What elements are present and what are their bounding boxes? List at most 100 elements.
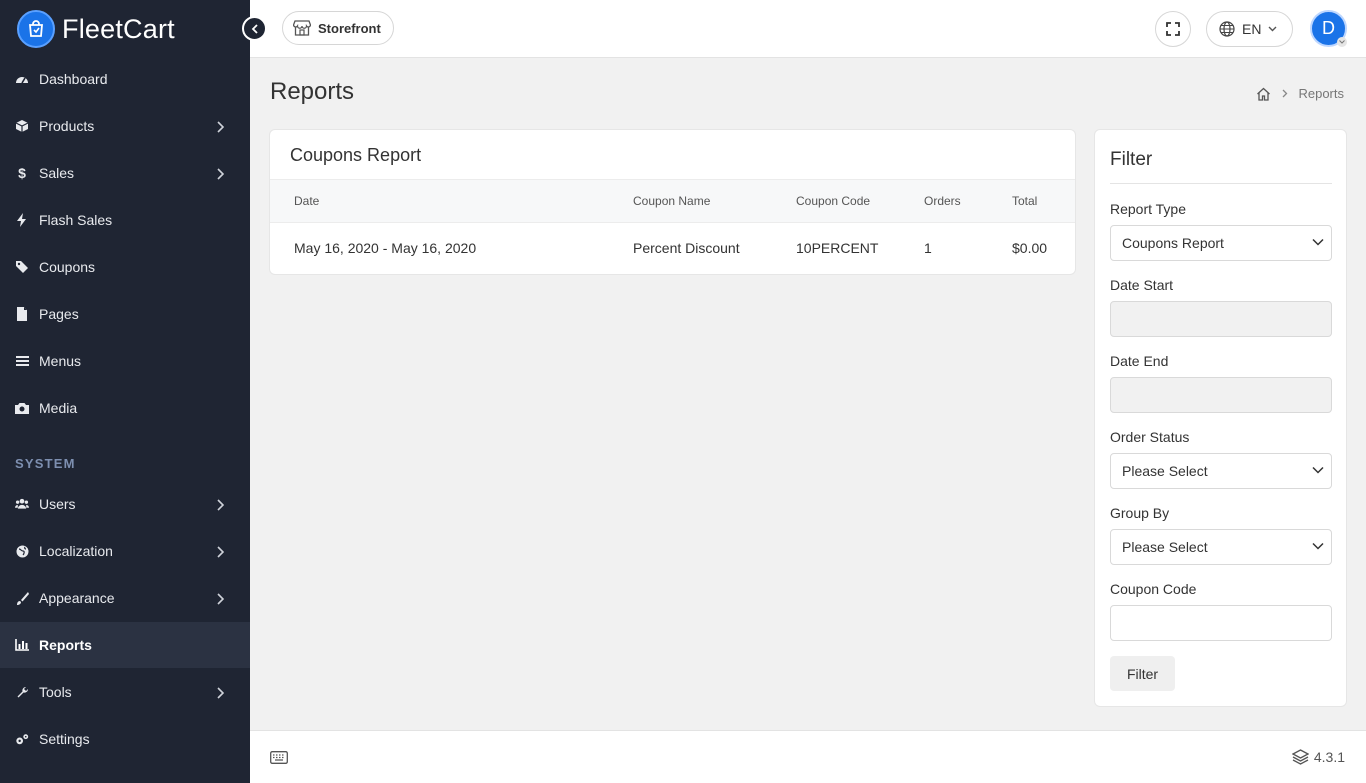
page-title: Reports bbox=[270, 78, 355, 105]
column-header-coupon-code[interactable]: Coupon Code bbox=[796, 194, 870, 208]
cell-coupon-name: Percent Discount bbox=[633, 240, 740, 256]
bolt-icon bbox=[15, 213, 29, 227]
column-header-date[interactable]: Date bbox=[294, 194, 319, 208]
version-number: 4.3.1 bbox=[1313, 749, 1345, 765]
cell-orders: 1 bbox=[924, 240, 932, 256]
column-header-orders[interactable]: Orders bbox=[924, 194, 961, 208]
sidebar-item-appearance[interactable]: Appearance bbox=[0, 575, 250, 621]
sidebar-item-products[interactable]: Products bbox=[0, 103, 250, 149]
dollar-icon: $ bbox=[18, 165, 26, 181]
storefront-label: Storefront bbox=[318, 20, 381, 36]
chevron-right-icon bbox=[216, 120, 225, 136]
bar-chart-icon bbox=[15, 638, 29, 652]
home-icon[interactable] bbox=[1256, 87, 1271, 101]
store-icon bbox=[293, 20, 311, 36]
cogs-icon bbox=[15, 732, 29, 746]
sidebar-item-label: Pages bbox=[39, 306, 79, 322]
keyboard-icon[interactable] bbox=[270, 751, 288, 764]
sidebar-item-label: Reports bbox=[39, 637, 92, 653]
sidebar-item-label: Sales bbox=[39, 165, 75, 181]
box-icon bbox=[15, 119, 29, 133]
coupon-code-input[interactable] bbox=[1110, 605, 1332, 641]
column-header-total[interactable]: Total bbox=[1012, 194, 1037, 208]
chevron-right-icon bbox=[1282, 86, 1288, 101]
report-title: Coupons Report bbox=[290, 145, 422, 165]
file-icon bbox=[15, 307, 29, 321]
sidebar-item-reports[interactable]: Reports bbox=[0, 622, 250, 668]
sidebar-item-tools[interactable]: Tools bbox=[0, 669, 250, 715]
filter-panel: Filter Report Type Coupons Report Date S… bbox=[1094, 129, 1347, 707]
report-type-label: Report Type bbox=[1110, 201, 1187, 217]
sidebar-item-media[interactable]: Media bbox=[0, 385, 250, 431]
group-by-value: Please Select bbox=[1122, 539, 1208, 555]
report-type-select[interactable]: Coupons Report bbox=[1110, 225, 1332, 261]
cell-date: May 16, 2020 - May 16, 2020 bbox=[294, 240, 477, 256]
divider bbox=[1110, 183, 1332, 184]
language-selector[interactable]: EN bbox=[1206, 11, 1293, 47]
sidebar-item-localization[interactable]: Localization bbox=[0, 528, 250, 574]
sidebar-item-pages[interactable]: Pages bbox=[0, 291, 250, 337]
sidebar-item-menus[interactable]: Menus bbox=[0, 338, 250, 384]
sidebar-item-label: Users bbox=[39, 496, 76, 512]
sidebar-item-label: Localization bbox=[39, 543, 113, 559]
expand-icon bbox=[1166, 22, 1180, 36]
coupon-code-label: Coupon Code bbox=[1110, 581, 1197, 597]
storefront-button[interactable]: Storefront bbox=[282, 11, 394, 45]
app-version: 4.3.1 bbox=[1291, 749, 1345, 765]
sidebar-item-sales[interactable]: $ Sales bbox=[0, 150, 250, 196]
breadcrumb-current: Reports bbox=[1298, 86, 1344, 101]
sidebar-item-label: Coupons bbox=[39, 259, 96, 275]
globe-icon bbox=[15, 544, 29, 558]
sidebar-item-label: Dashboard bbox=[39, 71, 108, 87]
filter-title: Filter bbox=[1110, 149, 1153, 170]
fullscreen-button[interactable] bbox=[1155, 11, 1191, 47]
chevron-down-icon bbox=[1312, 466, 1324, 474]
group-by-select[interactable]: Please Select bbox=[1110, 529, 1332, 565]
top-bar: Storefront EN D bbox=[250, 0, 1366, 58]
sidebar-item-flash-sales[interactable]: Flash Sales bbox=[0, 197, 250, 243]
sidebar-item-label: Flash Sales bbox=[39, 212, 113, 228]
sidebar-item-label: Settings bbox=[39, 731, 90, 747]
wrench-icon bbox=[15, 685, 29, 699]
date-start-input[interactable] bbox=[1110, 301, 1332, 337]
cell-coupon-code: 10PERCENT bbox=[796, 240, 879, 256]
date-end-input[interactable] bbox=[1110, 377, 1332, 413]
camera-icon bbox=[15, 401, 29, 415]
sidebar: FleetCart Dashboard Products $ Sales Fla… bbox=[0, 0, 250, 783]
tags-icon bbox=[15, 260, 29, 274]
chevron-right-icon bbox=[216, 592, 225, 608]
sidebar-item-label: Appearance bbox=[39, 590, 115, 606]
sidebar-section-system: SYSTEM bbox=[15, 456, 76, 471]
avatar-chevron-down-icon[interactable] bbox=[1337, 37, 1347, 47]
globe-icon bbox=[1219, 21, 1235, 37]
sidebar-item-settings[interactable]: Settings bbox=[0, 716, 250, 762]
sidebar-item-label: Tools bbox=[39, 684, 72, 700]
cell-total: $0.00 bbox=[1012, 240, 1048, 256]
date-end-label: Date End bbox=[1110, 353, 1169, 369]
language-code: EN bbox=[1242, 21, 1262, 37]
sidebar-item-dashboard[interactable]: Dashboard bbox=[0, 56, 250, 102]
chevron-right-icon bbox=[216, 686, 225, 702]
chevron-down-icon bbox=[1268, 26, 1277, 32]
chevron-down-icon bbox=[1312, 238, 1324, 246]
table-header: Date Coupon Name Coupon Code Orders Tota… bbox=[270, 179, 1075, 223]
chevron-right-icon bbox=[216, 545, 225, 561]
breadcrumb: Reports bbox=[1256, 86, 1344, 101]
logo[interactable]: FleetCart bbox=[0, 0, 250, 58]
report-type-value: Coupons Report bbox=[1122, 235, 1224, 251]
sidebar-item-coupons[interactable]: Coupons bbox=[0, 244, 250, 290]
sidebar-collapse-button[interactable] bbox=[242, 16, 267, 41]
column-header-coupon-name[interactable]: Coupon Name bbox=[633, 194, 710, 208]
sidebar-item-users[interactable]: Users bbox=[0, 481, 250, 527]
chevron-right-icon bbox=[216, 167, 225, 183]
order-status-select[interactable]: Please Select bbox=[1110, 453, 1332, 489]
filter-button[interactable]: Filter bbox=[1110, 656, 1175, 691]
layers-icon bbox=[1291, 749, 1309, 765]
avatar-initial: D bbox=[1322, 18, 1335, 38]
sidebar-item-label: Menus bbox=[39, 353, 82, 369]
report-card: Coupons Report Date Coupon Name Coupon C… bbox=[269, 129, 1076, 275]
bars-icon bbox=[15, 354, 29, 368]
sidebar-item-label: Products bbox=[39, 118, 95, 134]
order-status-value: Please Select bbox=[1122, 463, 1208, 479]
shopping-bag-logo-icon bbox=[17, 10, 55, 48]
